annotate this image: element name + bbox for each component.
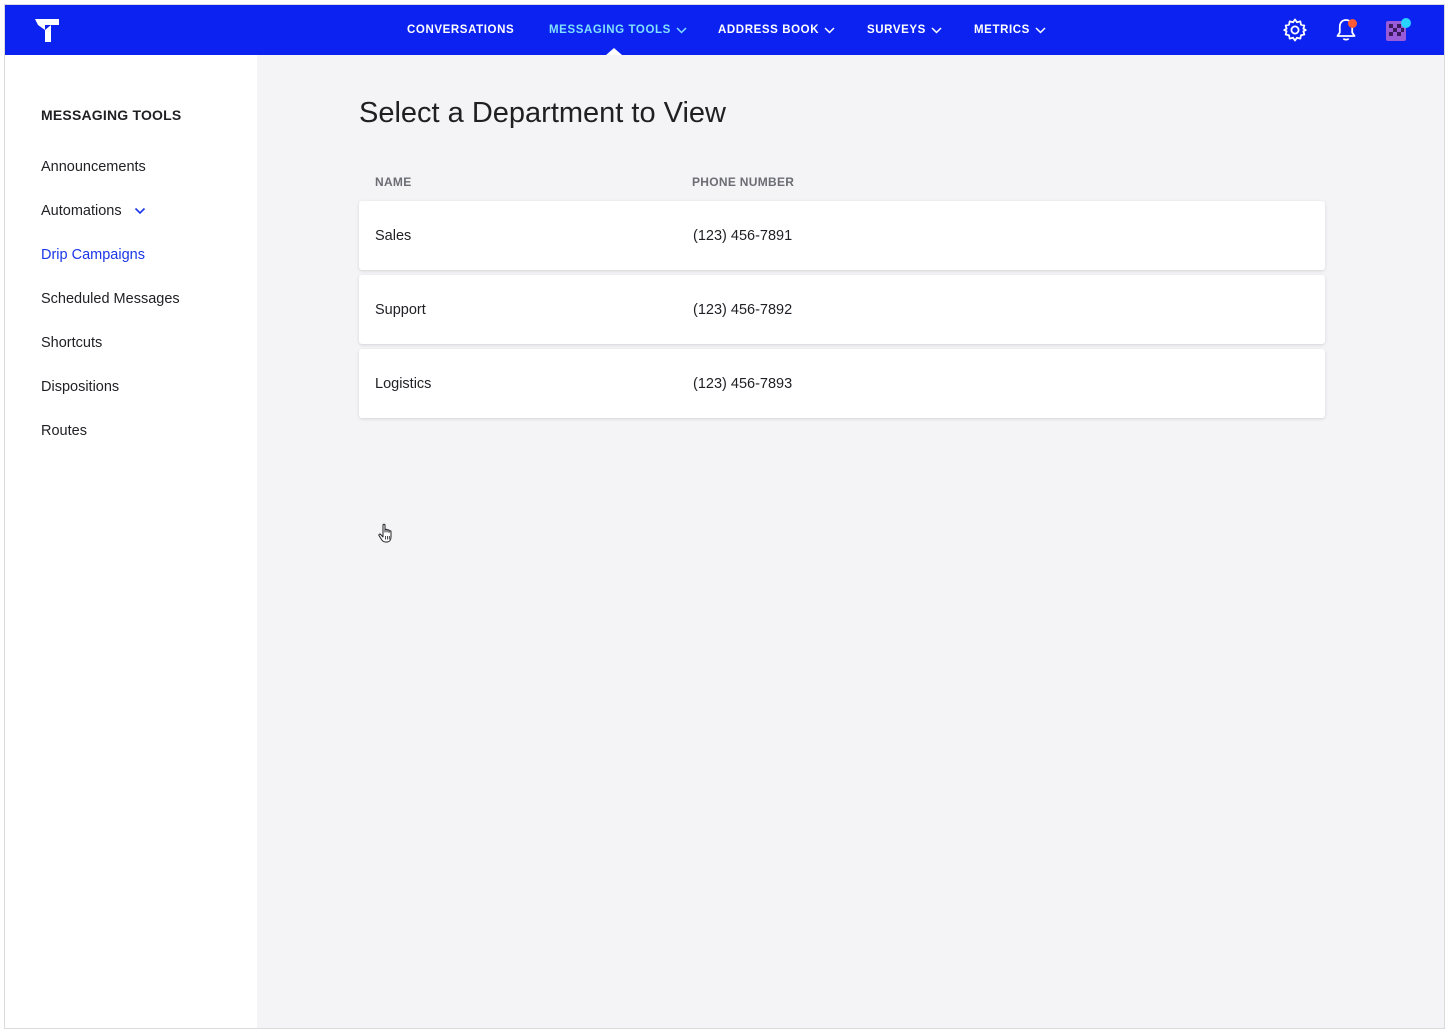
department-row-logistics[interactable]: Logistics (123) 456-7893	[359, 349, 1325, 418]
main-nav: CONVERSATIONS MESSAGING TOOLS ADDRESS BO…	[5, 5, 1444, 55]
chevron-down-icon	[1035, 26, 1046, 34]
sidebar-item-label: Dispositions	[41, 379, 120, 395]
nav-address-book[interactable]: ADDRESS BOOK	[718, 5, 835, 55]
department-row-sales[interactable]: Sales (123) 456-7891	[359, 201, 1325, 270]
department-row-support[interactable]: Support (123) 456-7892	[359, 275, 1325, 344]
nav-surveys[interactable]: SURVEYS	[867, 5, 942, 55]
notification-dot	[1348, 19, 1357, 28]
sidebar-item-scheduled-messages[interactable]: Scheduled Messages	[41, 291, 180, 307]
sidebar-title: MESSAGING TOOLS	[41, 107, 182, 123]
chevron-down-icon	[824, 26, 835, 34]
department-phone: (123) 456-7892	[693, 301, 793, 318]
sidebar-item-automations[interactable]: Automations	[41, 203, 146, 219]
column-header-name: NAME	[375, 175, 412, 189]
active-nav-pointer	[606, 48, 622, 55]
sidebar-item-shortcuts[interactable]: Shortcuts	[41, 335, 102, 351]
sidebar: MESSAGING TOOLS Announcements Automation…	[5, 55, 257, 1028]
column-header-phone: PHONE NUMBER	[692, 175, 795, 189]
chevron-down-icon[interactable]	[134, 207, 146, 215]
avatar-status-dot	[1401, 18, 1411, 28]
chevron-down-icon	[676, 26, 687, 34]
hand-cursor-icon	[378, 523, 392, 543]
sidebar-item-dispositions[interactable]: Dispositions	[41, 379, 119, 395]
avatar[interactable]	[1384, 17, 1411, 43]
department-name: Support	[375, 301, 426, 318]
sidebar-item-label: Automations	[41, 203, 122, 219]
chevron-down-icon	[931, 26, 942, 34]
main-content: Select a Department to View NAME PHONE N…	[257, 55, 1444, 1028]
department-phone: (123) 456-7891	[693, 227, 793, 244]
nav-surveys-label: SURVEYS	[867, 24, 926, 36]
nav-metrics[interactable]: METRICS	[974, 5, 1046, 55]
sidebar-item-drip-campaigns[interactable]: Drip Campaigns	[41, 247, 145, 263]
sidebar-item-routes[interactable]: Routes	[41, 423, 87, 439]
sidebar-item-label: Scheduled Messages	[41, 291, 180, 307]
nav-messaging-tools-label: MESSAGING TOOLS	[549, 24, 671, 36]
notifications-button[interactable]	[1333, 17, 1359, 43]
nav-address-book-label: ADDRESS BOOK	[718, 24, 820, 36]
sidebar-item-label: Routes	[41, 423, 87, 439]
sidebar-item-announcements[interactable]: Announcements	[41, 159, 146, 175]
app-window: CONVERSATIONS MESSAGING TOOLS ADDRESS BO…	[4, 4, 1445, 1029]
department-name: Logistics	[375, 375, 432, 392]
department-name: Sales	[375, 227, 412, 244]
sidebar-item-label: Drip Campaigns	[41, 247, 145, 263]
nav-conversations[interactable]: CONVERSATIONS	[407, 5, 514, 55]
department-phone: (123) 456-7893	[693, 375, 793, 392]
nav-metrics-label: METRICS	[974, 24, 1030, 36]
page-title: Select a Department to View	[359, 97, 726, 129]
sidebar-item-label: Shortcuts	[41, 335, 103, 351]
gear-icon[interactable]	[1282, 17, 1308, 43]
top-navigation-bar: CONVERSATIONS MESSAGING TOOLS ADDRESS BO…	[5, 5, 1444, 55]
sidebar-item-label: Announcements	[41, 159, 146, 175]
nav-conversations-label: CONVERSATIONS	[407, 24, 515, 36]
